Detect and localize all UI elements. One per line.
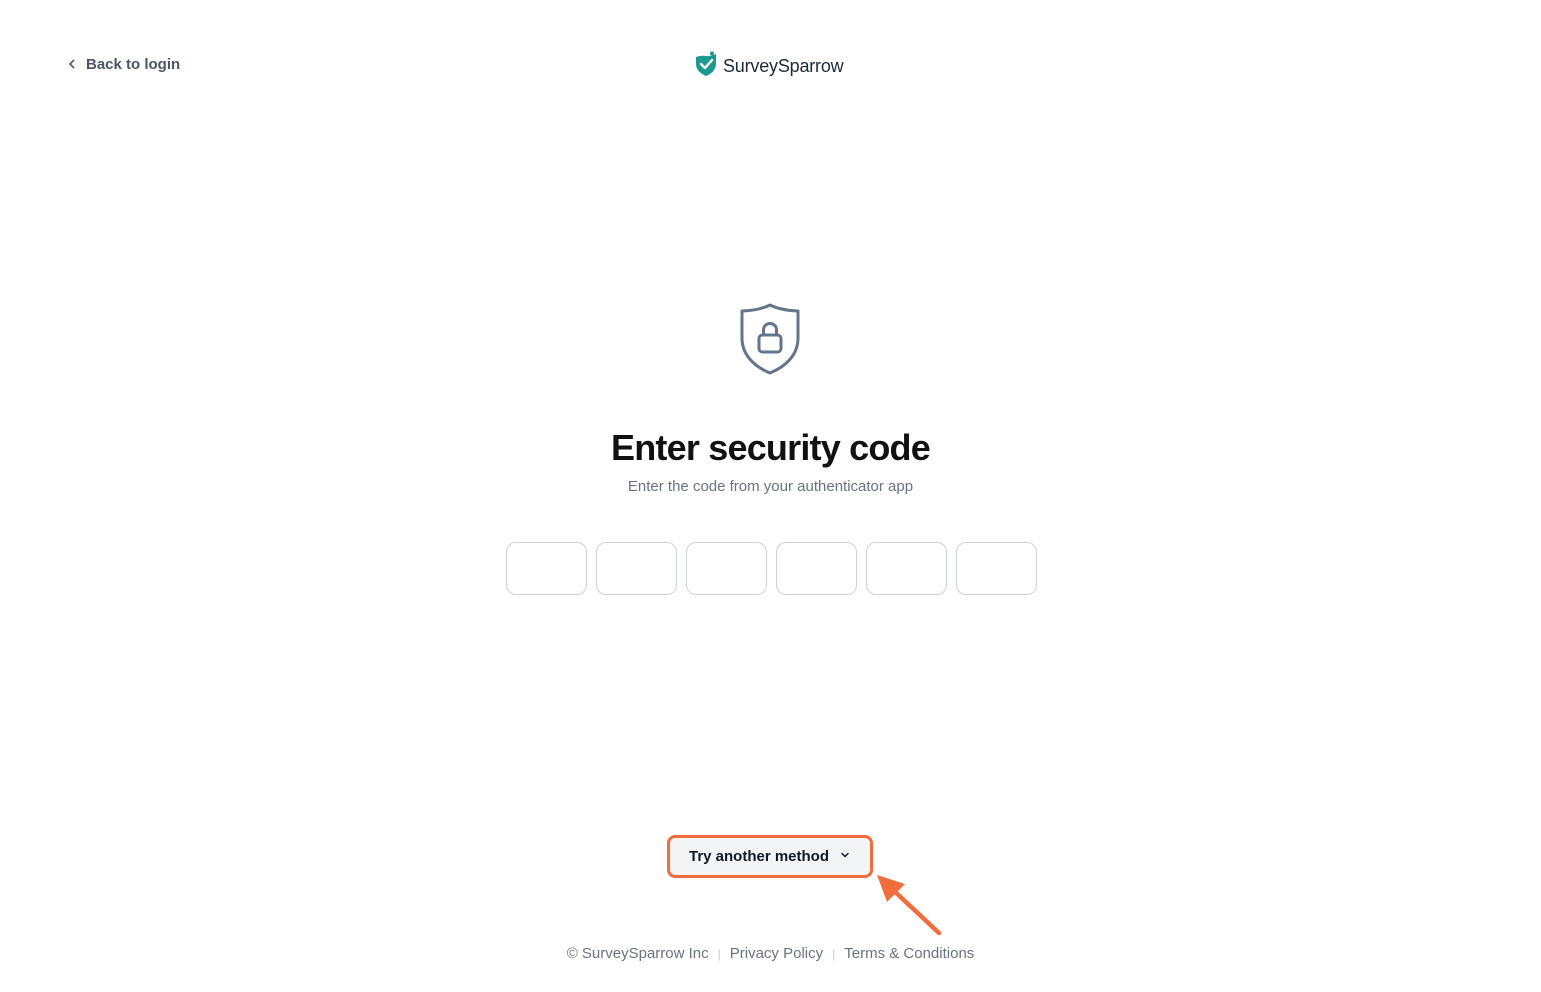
back-to-login-link[interactable]: Back to login <box>66 51 180 77</box>
arrow-annotation-icon <box>872 872 948 940</box>
back-to-login-label: Back to login <box>86 55 181 73</box>
footer: © SurveySparrow Inc | Privacy Policy | T… <box>0 944 1541 964</box>
privacy-policy-link[interactable]: Privacy Policy <box>730 944 823 964</box>
try-another-method-label: Try another method <box>688 848 830 865</box>
chevron-left-icon <box>66 58 78 70</box>
code-digit-input-3[interactable] <box>686 542 767 595</box>
page-title: Enter security code <box>611 427 931 468</box>
code-digit-input-4[interactable] <box>776 542 857 595</box>
page-subtitle: Enter the code from your authenticator a… <box>627 478 914 495</box>
code-digit-input-2[interactable] <box>596 542 677 595</box>
code-digit-input-5[interactable] <box>866 542 947 595</box>
terms-conditions-link[interactable]: Terms & Conditions <box>844 944 974 964</box>
shield-lock-icon <box>736 302 804 376</box>
code-digit-input-1[interactable] <box>506 542 587 595</box>
security-code-page: Back to login SurveySparrow Enter securi… <box>0 0 1541 992</box>
try-another-method-button[interactable]: Try another method <box>667 835 873 878</box>
security-code-inputs <box>506 542 1037 595</box>
brand-logo: SurveySparrow <box>694 51 844 82</box>
footer-divider: | <box>717 947 721 961</box>
footer-divider: | <box>832 947 836 961</box>
code-digit-input-6[interactable] <box>956 542 1037 595</box>
brand-name: SurveySparrow <box>723 55 844 76</box>
chevron-down-icon <box>839 848 851 866</box>
footer-copyright: © SurveySparrow Inc <box>566 945 709 962</box>
sparrow-logo-icon <box>694 51 718 82</box>
